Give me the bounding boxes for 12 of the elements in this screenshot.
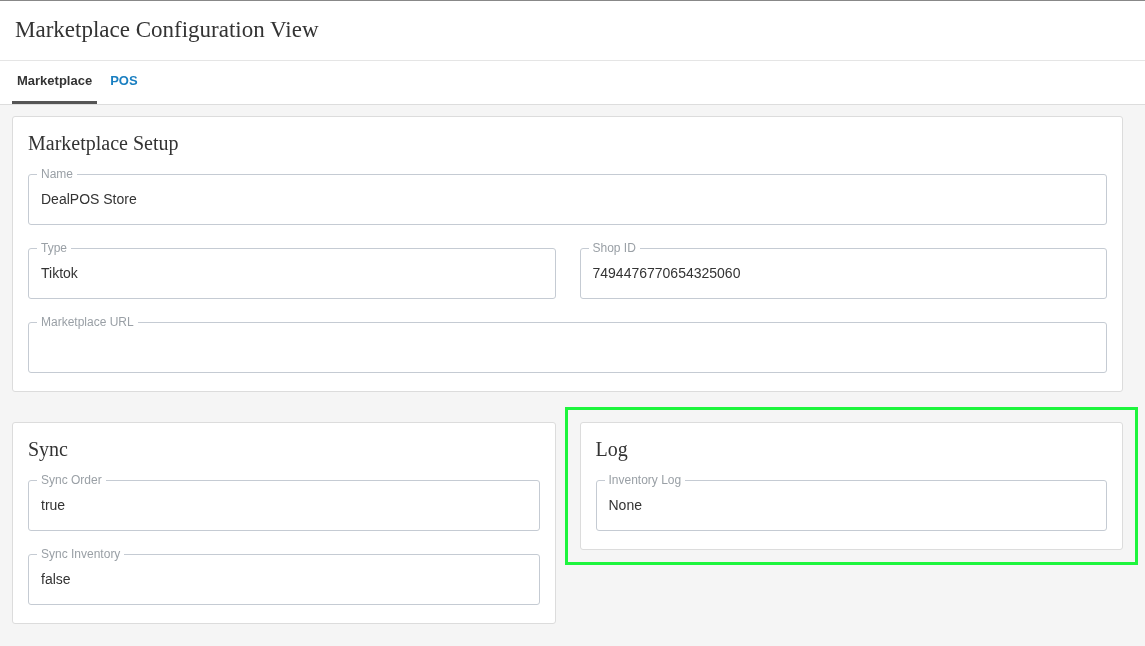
card-title: Marketplace Setup <box>28 131 180 155</box>
tab[interactable]: Marketplace <box>12 61 98 104</box>
card-title: Sync <box>28 437 69 461</box>
input-field[interactable]: Sync Inventory false <box>28 547 540 605</box>
input-field[interactable]: Sync Order true <box>28 473 540 531</box>
page-title: Marketplace Configuration View <box>15 16 319 45</box>
input-field[interactable]: Type Tiktok <box>28 241 556 299</box>
card-title: Log <box>595 437 629 461</box>
input-field[interactable]: Name DealPOS Store <box>28 167 1107 225</box>
tab[interactable]: POS <box>105 61 143 104</box>
input-field[interactable]: Shop ID 7494476770654325060 <box>579 241 1107 299</box>
input-field[interactable]: Inventory Log None <box>595 473 1107 531</box>
